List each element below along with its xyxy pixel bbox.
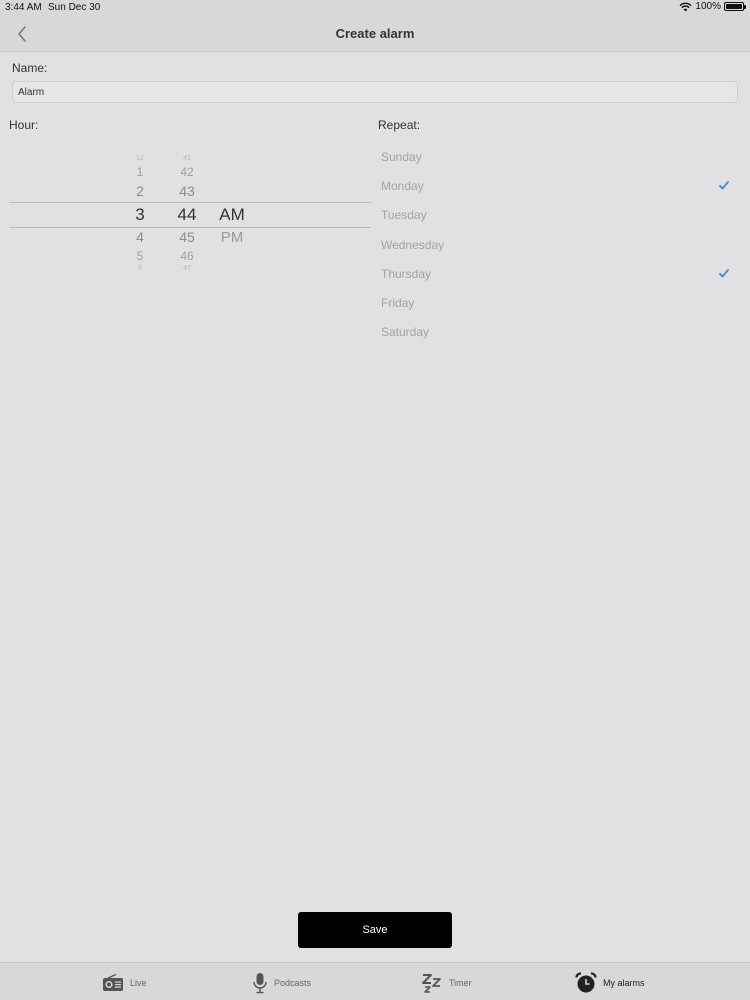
minute-option: 41 (183, 155, 191, 162)
minute-option: 45 (179, 229, 195, 245)
page-title: Create alarm (335, 26, 415, 41)
day-label: Tuesday (381, 208, 427, 223)
day-label: Friday (381, 296, 415, 311)
checkmark-icon (718, 181, 730, 190)
repeat-label: Repeat: (378, 118, 421, 132)
day-label: Thursday (381, 266, 432, 281)
status-date: Sun Dec 30 (48, 2, 101, 13)
hour-option: 12 (136, 155, 144, 162)
hour-label: Hour: (9, 118, 39, 132)
hour-option: 5 (136, 249, 144, 263)
repeat-day-saturday[interactable]: Saturday (378, 318, 740, 347)
wifi-icon (679, 2, 692, 11)
tab-label: Live (130, 978, 147, 988)
time-picker[interactable]: 12 1 2 3 4 5 6 41 42 43 44 45 46 47 AM P… (9, 150, 371, 274)
tab-timer[interactable]: Timer (421, 971, 472, 995)
nav-bar: Create alarm (0, 16, 750, 52)
repeat-day-thursday[interactable]: Thursday (378, 259, 740, 288)
tab-label: Timer (449, 978, 472, 988)
status-right: 100% (679, 1, 746, 12)
repeat-day-sunday[interactable]: Sunday (378, 142, 740, 171)
alarm-clock-icon (575, 972, 597, 993)
battery-percent: 100% (695, 1, 721, 12)
name-input[interactable] (12, 81, 738, 103)
name-label: Name: (12, 61, 48, 75)
tab-my-alarms[interactable]: My alarms (575, 971, 645, 995)
ampm-option: PM (220, 229, 244, 246)
hour-option: 6 (138, 265, 142, 272)
day-label: Sunday (381, 149, 422, 164)
repeat-day-monday[interactable]: Monday (378, 171, 740, 200)
status-bar: 3:44 AM Sun Dec 30 100% (0, 0, 750, 16)
checkmark-icon (718, 269, 730, 278)
battery-icon (724, 2, 746, 11)
minute-option: 43 (179, 183, 195, 199)
repeat-day-tuesday[interactable]: Tuesday (378, 201, 740, 230)
tab-live[interactable]: Live (102, 971, 147, 995)
repeat-day-wednesday[interactable]: Wednesday (378, 230, 740, 259)
hour-selected: 3 (135, 205, 145, 224)
save-button[interactable]: Save (298, 912, 452, 948)
hour-option: 2 (136, 183, 144, 199)
tab-podcasts[interactable]: Podcasts (252, 971, 311, 995)
tab-label: My alarms (603, 978, 645, 988)
tab-bar: Live Podcasts Timer My alarms (0, 962, 750, 1000)
day-label: Wednesday (381, 237, 445, 252)
ampm-selected: AM (219, 205, 245, 224)
hour-option: 1 (136, 165, 144, 179)
minute-option: 42 (180, 165, 194, 179)
day-label: Monday (381, 178, 424, 193)
minute-option: 46 (180, 249, 194, 263)
radio-icon (103, 974, 123, 991)
status-time: 3:44 AM (5, 2, 42, 13)
repeat-day-friday[interactable]: Friday (378, 288, 740, 317)
minute-selected: 44 (177, 205, 197, 224)
picker-selection-top-line (9, 202, 371, 203)
microphone-icon (253, 973, 267, 994)
minute-option: 47 (183, 265, 191, 272)
hour-option: 4 (136, 229, 144, 245)
tab-label: Podcasts (274, 978, 312, 988)
repeat-day-list: Sunday Monday Tuesday Wednesday Thursday… (378, 142, 740, 347)
day-label: Saturday (381, 325, 430, 340)
sleep-zzz-icon (422, 974, 441, 993)
picker-selection-bottom-line (9, 227, 371, 228)
